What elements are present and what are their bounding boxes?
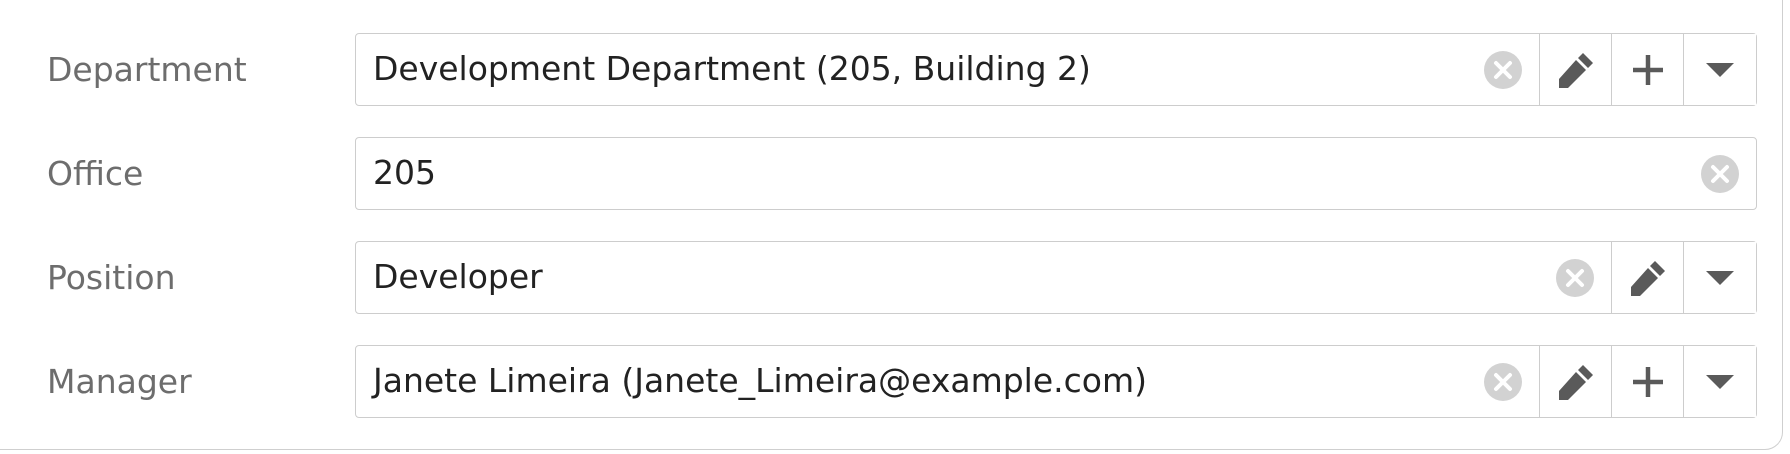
position-field[interactable]: Developer	[355, 241, 1757, 314]
position-edit-button[interactable]	[1611, 242, 1683, 313]
office-field[interactable]: 205	[355, 137, 1757, 210]
department-field[interactable]: Development Department (205, Building 2)	[355, 33, 1757, 106]
department-clear-icon[interactable]	[1467, 34, 1539, 105]
position-dropdown-button[interactable]	[1683, 242, 1756, 313]
office-value[interactable]: 205	[356, 138, 1684, 209]
caret-down-icon	[1706, 270, 1734, 285]
manager-row: Manager Janete Limeira (Janete_Limeira@e…	[0, 345, 1790, 418]
position-value[interactable]: Developer	[356, 242, 1539, 313]
manager-value[interactable]: Janete Limeira (Janete_Limeira@example.c…	[356, 346, 1467, 417]
manager-field[interactable]: Janete Limeira (Janete_Limeira@example.c…	[355, 345, 1757, 418]
office-clear-icon[interactable]	[1684, 138, 1756, 209]
position-row: Position Developer	[0, 241, 1790, 314]
manager-edit-button[interactable]	[1539, 346, 1611, 417]
office-label: Office	[47, 154, 144, 193]
department-label: Department	[47, 50, 247, 89]
manager-label: Manager	[47, 362, 192, 401]
department-value[interactable]: Development Department (205, Building 2)	[356, 34, 1467, 105]
pencil-icon	[1558, 52, 1593, 88]
manager-add-button[interactable]	[1611, 346, 1683, 417]
position-label: Position	[47, 258, 176, 297]
caret-down-icon	[1706, 374, 1734, 389]
pencil-icon	[1558, 364, 1593, 400]
pencil-icon	[1630, 260, 1665, 296]
department-row: Department Development Department (205, …	[0, 33, 1790, 106]
department-add-button[interactable]	[1611, 34, 1683, 105]
department-edit-button[interactable]	[1539, 34, 1611, 105]
caret-down-icon	[1706, 62, 1734, 77]
department-dropdown-button[interactable]	[1683, 34, 1756, 105]
position-clear-icon[interactable]	[1539, 242, 1611, 313]
plus-icon	[1632, 366, 1663, 397]
manager-dropdown-button[interactable]	[1683, 346, 1756, 417]
office-row: Office 205	[0, 137, 1790, 210]
manager-clear-icon[interactable]	[1467, 346, 1539, 417]
plus-icon	[1632, 54, 1663, 85]
